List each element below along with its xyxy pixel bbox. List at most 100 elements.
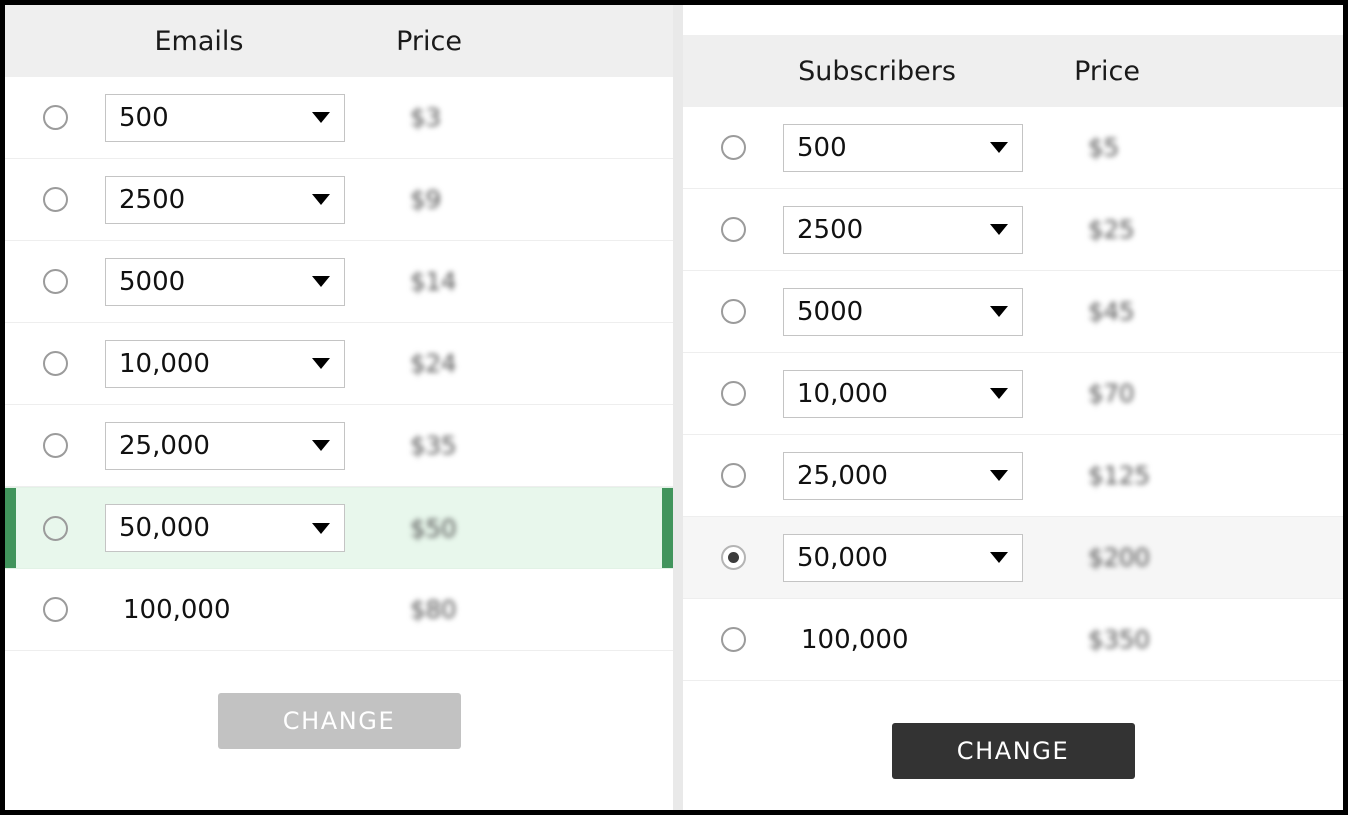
radio-button-icon[interactable]: [42, 105, 68, 130]
plan-amount-cell[interactable]: 10,000: [105, 339, 400, 388]
plan-radio-cell[interactable]: [5, 515, 105, 541]
plan-amount-value: 500: [119, 102, 169, 133]
plan-amount-cell[interactable]: 50,000: [783, 533, 1078, 582]
radio-button-icon[interactable]: [42, 515, 68, 541]
plan-amount-cell[interactable]: 2500: [783, 205, 1078, 254]
radio-button-icon[interactable]: [720, 381, 746, 406]
emails-button-row: CHANGE: [5, 693, 673, 749]
plan-amount-cell[interactable]: 5000: [783, 287, 1078, 336]
plan-row[interactable]: 500 $3: [5, 77, 673, 159]
radio-button-icon[interactable]: [720, 627, 746, 652]
plan-row[interactable]: 10,000 $70: [683, 353, 1343, 435]
plan-amount-select[interactable]: 10,000: [783, 369, 1023, 418]
radio-button-icon[interactable]: [42, 187, 68, 212]
plan-amount-select[interactable]: 500: [783, 123, 1023, 172]
plan-row[interactable]: 5000 $14: [5, 241, 673, 323]
plan-radio-cell[interactable]: [683, 217, 783, 242]
plan-amount-cell[interactable]: 25,000: [783, 451, 1078, 500]
plan-row[interactable]: 50,000 $200: [683, 517, 1343, 599]
chevron-down-icon[interactable]: [312, 194, 330, 205]
plan-row[interactable]: 500 $5: [683, 107, 1343, 189]
plan-radio-cell[interactable]: [683, 545, 783, 570]
plan-price: $24: [410, 349, 457, 378]
plan-row[interactable]: 5000 $45: [683, 271, 1343, 353]
plan-radio-cell[interactable]: [683, 381, 783, 406]
plan-radio-cell[interactable]: [5, 187, 105, 212]
plan-amount-cell[interactable]: 10,000: [783, 369, 1078, 418]
plan-amount-cell[interactable]: 500: [105, 93, 400, 142]
plan-price: $80: [410, 595, 457, 624]
radio-button-selected-icon[interactable]: [720, 545, 746, 570]
plan-price: $14: [410, 267, 457, 296]
plan-price: $9: [410, 185, 441, 214]
plan-amount-select[interactable]: 500: [105, 93, 345, 142]
radio-button-icon[interactable]: [720, 217, 746, 242]
plan-radio-cell[interactable]: [683, 627, 783, 652]
plan-amount-value: 10,000: [119, 348, 210, 379]
emails-table-header: Emails Price: [5, 5, 673, 77]
row-highlight-edge-left: [5, 488, 16, 568]
chevron-down-icon[interactable]: [990, 142, 1008, 153]
plan-amount-value: 500: [797, 132, 847, 163]
plan-amount-select[interactable]: 10,000: [105, 339, 345, 388]
radio-button-icon[interactable]: [720, 135, 746, 160]
chevron-down-icon[interactable]: [312, 522, 330, 534]
plan-amount-select[interactable]: 25,000: [783, 451, 1023, 500]
plan-amount-select[interactable]: 25,000: [105, 421, 345, 470]
plan-row[interactable]: 25,000 $35: [5, 405, 673, 487]
plan-amount-cell[interactable]: 25,000: [105, 421, 400, 470]
plan-amount-cell[interactable]: 5000: [105, 257, 400, 306]
plan-radio-cell[interactable]: [5, 351, 105, 376]
plan-amount-cell[interactable]: 500: [783, 123, 1078, 172]
plan-amount-cell[interactable]: 100,000: [105, 595, 400, 625]
radio-button-icon[interactable]: [42, 597, 68, 622]
plan-amount-select[interactable]: 2500: [105, 175, 345, 224]
radio-button-icon[interactable]: [720, 299, 746, 324]
plan-row[interactable]: 2500 $9: [5, 159, 673, 241]
plan-amount-select[interactable]: 2500: [783, 205, 1023, 254]
plan-radio-cell[interactable]: [683, 299, 783, 324]
plan-amount-select[interactable]: 5000: [783, 287, 1023, 336]
plan-amount-cell[interactable]: 50,000: [105, 504, 400, 552]
chevron-down-icon[interactable]: [990, 306, 1008, 317]
radio-button-icon[interactable]: [42, 351, 68, 376]
chevron-down-icon[interactable]: [312, 440, 330, 451]
chevron-down-icon[interactable]: [990, 224, 1008, 235]
chevron-down-icon[interactable]: [990, 470, 1008, 481]
plan-amount-select[interactable]: 50,000: [105, 504, 345, 552]
plan-radio-cell[interactable]: [5, 269, 105, 294]
plan-row[interactable]: 100,000 $80: [5, 569, 673, 651]
chevron-down-icon[interactable]: [312, 276, 330, 287]
plan-row[interactable]: 50,000 $50: [5, 487, 673, 569]
chevron-down-icon[interactable]: [312, 112, 330, 123]
plan-radio-cell[interactable]: [5, 433, 105, 458]
change-plan-button-subscribers[interactable]: CHANGE: [891, 723, 1135, 779]
subscribers-table-header: Subscribers Price: [683, 35, 1343, 107]
plan-amount-select[interactable]: 50,000: [783, 533, 1023, 582]
plan-amount-value: 25,000: [119, 430, 210, 461]
plan-amount-value: 5000: [119, 266, 186, 297]
chevron-down-icon[interactable]: [990, 388, 1008, 399]
plan-row[interactable]: 25,000 $125: [683, 435, 1343, 517]
plan-amount-cell[interactable]: 2500: [105, 175, 400, 224]
plan-radio-cell[interactable]: [683, 463, 783, 488]
plan-price: $25: [1088, 215, 1135, 244]
radio-button-icon[interactable]: [42, 433, 68, 458]
radio-button-icon[interactable]: [42, 269, 68, 294]
plan-amount-select[interactable]: 5000: [105, 257, 345, 306]
plan-radio-cell[interactable]: [5, 105, 105, 130]
app-frame: Emails Price 500 $3 2500 $9 5000 $14 10,000 $24…: [0, 0, 1348, 815]
chevron-down-icon[interactable]: [312, 358, 330, 369]
chevron-down-icon[interactable]: [990, 552, 1008, 563]
change-plan-button-emails[interactable]: CHANGE: [217, 693, 461, 749]
plan-amount-value: 5000: [797, 296, 864, 327]
plan-price: $45: [1088, 297, 1135, 326]
plan-amount-cell[interactable]: 100,000: [783, 625, 1078, 655]
plan-row[interactable]: 100,000 $350: [683, 599, 1343, 681]
plan-radio-cell[interactable]: [5, 597, 105, 622]
plan-price: $125: [1088, 461, 1150, 490]
plan-row[interactable]: 2500 $25: [683, 189, 1343, 271]
plan-row[interactable]: 10,000 $24: [5, 323, 673, 405]
plan-radio-cell[interactable]: [683, 135, 783, 160]
radio-button-icon[interactable]: [720, 463, 746, 488]
